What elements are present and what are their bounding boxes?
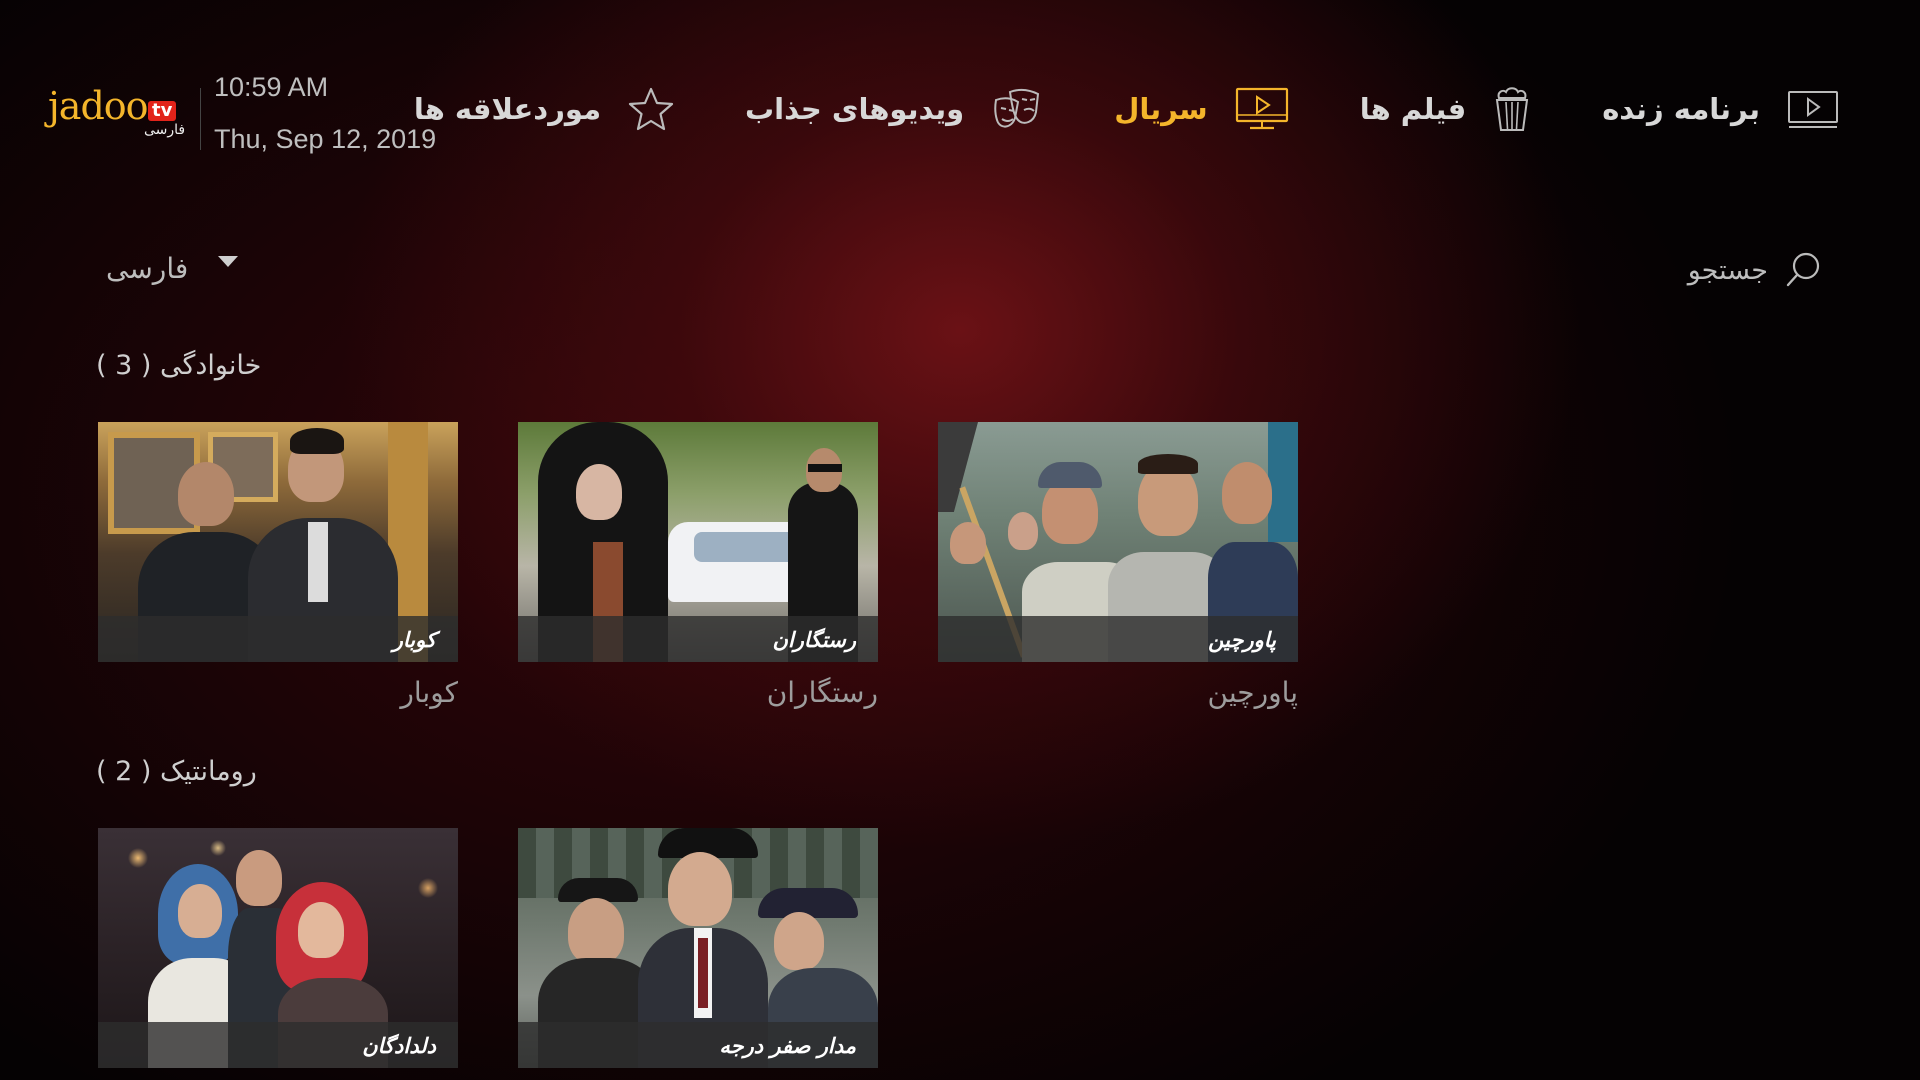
- card-overlay-title: دلدادگان: [362, 1034, 436, 1058]
- nav-item-featured-videos[interactable]: ویدیوهای جذاب: [745, 86, 1044, 132]
- series-card-kubar[interactable]: کوبار: [98, 422, 458, 662]
- card-caption-kubar[interactable]: کوبار: [98, 676, 458, 709]
- live-play-icon: [1788, 91, 1838, 128]
- nav-item-live[interactable]: برنامه زنده: [1602, 89, 1840, 129]
- search-button[interactable]: جستجو: [1688, 250, 1824, 290]
- chevron-down-icon: [218, 256, 239, 267]
- section-title-romantic: رومانتیک ( 2 ): [96, 756, 257, 787]
- card-overlay-title: پاورچین: [1208, 628, 1276, 652]
- nav-label-movies: فیلم ها: [1359, 92, 1467, 126]
- popcorn-icon: [1496, 87, 1529, 131]
- card-caption-pavarchin[interactable]: پاورچین: [938, 676, 1298, 709]
- series-card-pavarchin[interactable]: پاورچین: [938, 422, 1298, 662]
- language-select-value: فارسی: [106, 252, 189, 285]
- search-icon: [1786, 252, 1820, 287]
- clock-date: Thu, Sep 12, 2019: [214, 124, 437, 154]
- header-divider: [200, 88, 201, 150]
- star-icon: [628, 87, 674, 131]
- logo-language-tag: فارسی: [144, 122, 186, 138]
- card-overlay-title: کوبار: [392, 628, 436, 652]
- series-card-rastegaran[interactable]: رستگاران: [518, 422, 878, 662]
- series-card-deldadegan[interactable]: دلدادگان: [98, 828, 458, 1068]
- language-select[interactable]: فارسی: [106, 252, 239, 285]
- card-overlay-title: رستگاران: [772, 628, 856, 652]
- nav-label-featured-videos: ویدیوهای جذاب: [745, 92, 965, 126]
- nav-item-movies[interactable]: فیلم ها: [1360, 86, 1533, 132]
- nav-item-series[interactable]: سریال: [1114, 86, 1290, 132]
- section-title-family: خانوادگی ( 3 ): [96, 350, 262, 381]
- series-card-madar-sefr-darajeh[interactable]: مدار صفر درجه: [518, 828, 878, 1068]
- nav-label-live: برنامه زنده: [1602, 92, 1760, 126]
- main-nav: موردعلاقه ها ویدیوهای جذاب سریال فیلم ها: [414, 86, 1840, 132]
- logo-brand-text: jadoo: [48, 84, 149, 128]
- jadoo-tv-logo: jadoo tv فارسی: [48, 84, 198, 140]
- clock-time: 10:59 AM: [214, 72, 329, 102]
- search-label: جستجو: [1687, 254, 1768, 286]
- card-overlay-title: مدار صفر درجه: [719, 1034, 856, 1058]
- theater-masks-icon: [994, 88, 1040, 128]
- nav-item-favorites[interactable]: موردعلاقه ها: [414, 86, 675, 132]
- logo-tv-badge: tv: [148, 101, 177, 121]
- tv-series-icon: [1235, 87, 1288, 130]
- nav-label-series: سریال: [1114, 92, 1208, 126]
- card-caption-rastegaran[interactable]: رستگاران: [518, 676, 878, 709]
- nav-label-favorites: موردعلاقه ها: [413, 92, 602, 126]
